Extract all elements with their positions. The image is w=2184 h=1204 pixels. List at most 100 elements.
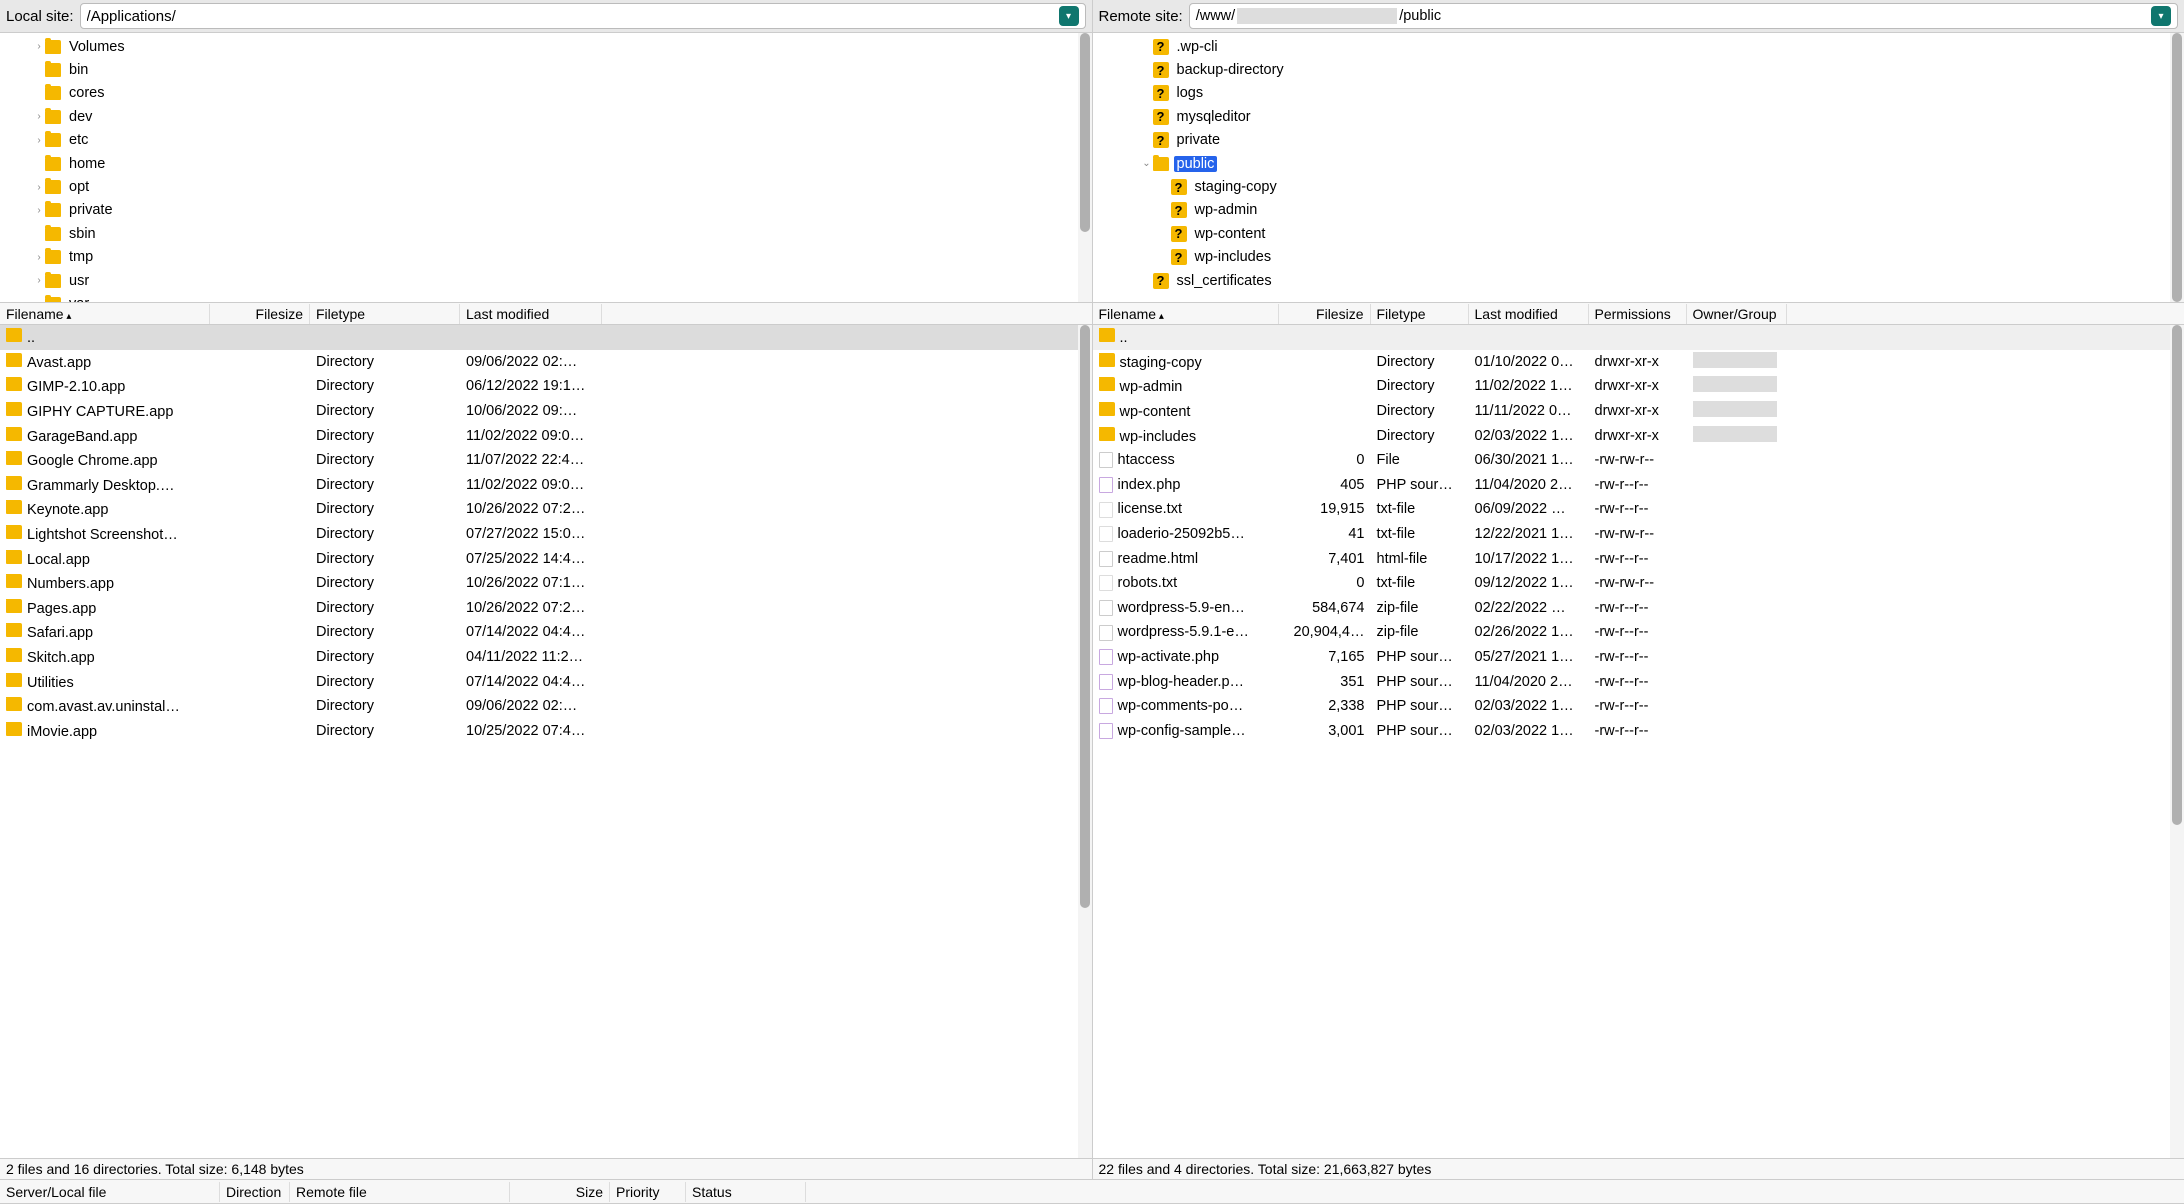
- expand-toggle[interactable]: ›: [33, 275, 45, 286]
- file-row[interactable]: htaccess0File06/30/2021 1…-rw-rw-r--: [1093, 448, 2184, 473]
- local-path-input-wrap[interactable]: ▾: [80, 3, 1086, 29]
- local-tree[interactable]: ›Volumesbincores›dev›etchome›opt›private…: [0, 33, 1092, 303]
- file-row[interactable]: wp-adminDirectory11/02/2022 1…drwxr-xr-x: [1093, 374, 2184, 399]
- local-tree-scrollbar[interactable]: [1078, 33, 1092, 302]
- remote-path-dropdown-button[interactable]: ▾: [2151, 6, 2171, 26]
- col-permissions[interactable]: Permissions: [1589, 304, 1687, 324]
- col-filesize[interactable]: Filesize: [1279, 304, 1371, 324]
- tree-item[interactable]: ›tmp: [0, 246, 1092, 269]
- file-row[interactable]: wp-config-sample…3,001PHP sour…02/03/202…: [1093, 719, 2184, 744]
- file-row[interactable]: GarageBand.appDirectory11/02/2022 09:0…: [0, 423, 1092, 448]
- file-row[interactable]: Keynote.appDirectory10/26/2022 07:2…: [0, 497, 1092, 522]
- file-row[interactable]: wordpress-5.9-en…584,674zip-file02/22/20…: [1093, 596, 2184, 621]
- expand-toggle[interactable]: ›: [33, 182, 45, 193]
- remote-path-input-wrap[interactable]: /www/ /public ▾: [1189, 3, 2178, 29]
- tree-item[interactable]: ›usr: [0, 269, 1092, 292]
- tree-item[interactable]: ›etc: [0, 129, 1092, 152]
- col-filename[interactable]: Filename: [0, 304, 210, 324]
- tree-item[interactable]: ›private: [0, 199, 1092, 222]
- queue-col-direction[interactable]: Direction: [220, 1182, 290, 1202]
- parent-dir-row[interactable]: ..: [0, 325, 1092, 350]
- local-path-dropdown-button[interactable]: ▾: [1059, 6, 1079, 26]
- parent-dir-row[interactable]: ..: [1093, 325, 2184, 350]
- scrollbar-thumb[interactable]: [2172, 325, 2182, 825]
- file-row[interactable]: Google Chrome.appDirectory11/07/2022 22:…: [0, 448, 1092, 473]
- file-row[interactable]: wordpress-5.9.1-e…20,904,4…zip-file02/26…: [1093, 620, 2184, 645]
- queue-col-file[interactable]: Server/Local file: [0, 1182, 220, 1202]
- expand-toggle[interactable]: ›: [33, 205, 45, 216]
- tree-item[interactable]: ›Volumes: [0, 35, 1092, 58]
- file-row[interactable]: wp-includesDirectory02/03/2022 1…drwxr-x…: [1093, 423, 2184, 448]
- tree-item[interactable]: logs: [1093, 82, 2184, 105]
- tree-item[interactable]: home: [0, 152, 1092, 175]
- col-filetype[interactable]: Filetype: [1371, 304, 1469, 324]
- expand-toggle[interactable]: ›: [33, 41, 45, 52]
- tree-item[interactable]: var: [0, 292, 1092, 303]
- tree-item[interactable]: ⌄public: [1093, 152, 2184, 175]
- local-list-scrollbar[interactable]: [1078, 325, 1092, 1158]
- file-row[interactable]: Safari.appDirectory07/14/2022 04:4…: [0, 620, 1092, 645]
- local-file-list[interactable]: ..Avast.appDirectory09/06/2022 02:…GIMP-…: [0, 325, 1092, 1158]
- remote-tree-scrollbar[interactable]: [2170, 33, 2184, 302]
- tree-item[interactable]: .wp-cli: [1093, 35, 2184, 58]
- file-row[interactable]: robots.txt0txt-file09/12/2022 1…-rw-rw-r…: [1093, 571, 2184, 596]
- local-path-input[interactable]: [87, 8, 1059, 25]
- tree-item[interactable]: ›opt: [0, 175, 1092, 198]
- file-row[interactable]: index.php405PHP sour…11/04/2020 2…-rw-r-…: [1093, 473, 2184, 498]
- file-row[interactable]: UtilitiesDirectory07/14/2022 04:4…: [0, 669, 1092, 694]
- tree-item[interactable]: ›dev: [0, 105, 1092, 128]
- file-row[interactable]: wp-activate.php7,165PHP sour…05/27/2021 …: [1093, 645, 2184, 670]
- expand-toggle[interactable]: ›: [33, 252, 45, 263]
- queue-col-status[interactable]: Status: [686, 1182, 806, 1202]
- remote-file-list[interactable]: ..staging-copyDirectory01/10/2022 0…drwx…: [1093, 325, 2184, 1158]
- col-lastmod[interactable]: Last modified: [1469, 304, 1589, 324]
- file-row[interactable]: Lightshot Screenshot…Directory07/27/2022…: [0, 522, 1092, 547]
- col-owner[interactable]: Owner/Group: [1687, 304, 1787, 324]
- tree-item[interactable]: bin: [0, 58, 1092, 81]
- expand-toggle[interactable]: ›: [33, 111, 45, 122]
- expand-toggle[interactable]: ›: [33, 135, 45, 146]
- tree-item[interactable]: ssl_certificates: [1093, 269, 2184, 292]
- file-row[interactable]: wp-blog-header.p…351PHP sour…11/04/2020 …: [1093, 669, 2184, 694]
- file-row[interactable]: Grammarly Desktop.…Directory11/02/2022 0…: [0, 473, 1092, 498]
- queue-col-remote[interactable]: Remote file: [290, 1182, 510, 1202]
- expand-toggle[interactable]: ⌄: [1141, 158, 1153, 169]
- queue-col-size[interactable]: Size: [510, 1182, 610, 1202]
- col-filesize[interactable]: Filesize: [210, 304, 310, 324]
- tree-item[interactable]: staging-copy: [1093, 175, 2184, 198]
- file-row[interactable]: license.txt19,915txt-file06/09/2022 …-rw…: [1093, 497, 2184, 522]
- tree-item[interactable]: wp-includes: [1093, 246, 2184, 269]
- tree-item[interactable]: sbin: [0, 222, 1092, 245]
- queue-col-priority[interactable]: Priority: [610, 1182, 686, 1202]
- tree-item[interactable]: backup-directory: [1093, 58, 2184, 81]
- file-row[interactable]: Skitch.appDirectory04/11/2022 11:2…: [0, 645, 1092, 670]
- file-row[interactable]: com.avast.av.uninstal…Directory09/06/202…: [0, 694, 1092, 719]
- remote-list-scrollbar[interactable]: [2170, 325, 2184, 1158]
- tree-item[interactable]: private: [1093, 129, 2184, 152]
- file-row[interactable]: readme.html7,401html-file10/17/2022 1…-r…: [1093, 546, 2184, 571]
- scrollbar-thumb[interactable]: [1080, 325, 1090, 908]
- file-row[interactable]: Numbers.appDirectory10/26/2022 07:1…: [0, 571, 1092, 596]
- file-row[interactable]: loaderio-25092b5…41txt-file12/22/2021 1……: [1093, 522, 2184, 547]
- file-row[interactable]: GIMP-2.10.appDirectory06/12/2022 19:1…: [0, 374, 1092, 399]
- col-filename[interactable]: Filename: [1093, 304, 1279, 324]
- tree-item[interactable]: wp-content: [1093, 222, 2184, 245]
- file-row[interactable]: wp-comments-po…2,338PHP sour…02/03/2022 …: [1093, 694, 2184, 719]
- file-row[interactable]: Pages.appDirectory10/26/2022 07:2…: [0, 596, 1092, 621]
- file-row[interactable]: staging-copyDirectory01/10/2022 0…drwxr-…: [1093, 350, 2184, 375]
- scrollbar-thumb[interactable]: [1080, 33, 1090, 232]
- file-row[interactable]: GIPHY CAPTURE.appDirectory10/06/2022 09:…: [0, 399, 1092, 424]
- tree-item[interactable]: cores: [0, 82, 1092, 105]
- col-filetype[interactable]: Filetype: [310, 304, 460, 324]
- file-row[interactable]: iMovie.appDirectory10/25/2022 07:4…: [0, 719, 1092, 744]
- filetype-cell: Directory: [310, 723, 460, 739]
- remote-tree[interactable]: .wp-clibackup-directorylogsmysqleditorpr…: [1093, 33, 2184, 303]
- file-row[interactable]: Avast.appDirectory09/06/2022 02:…: [0, 350, 1092, 375]
- file-row[interactable]: wp-contentDirectory11/11/2022 0…drwxr-xr…: [1093, 399, 2184, 424]
- tree-item[interactable]: wp-admin: [1093, 199, 2184, 222]
- tree-item[interactable]: mysqleditor: [1093, 105, 2184, 128]
- file-row[interactable]: Local.appDirectory07/25/2022 14:4…: [0, 546, 1092, 571]
- col-lastmod[interactable]: Last modified: [460, 304, 602, 324]
- folder-icon: [45, 40, 61, 54]
- scrollbar-thumb[interactable]: [2172, 33, 2182, 302]
